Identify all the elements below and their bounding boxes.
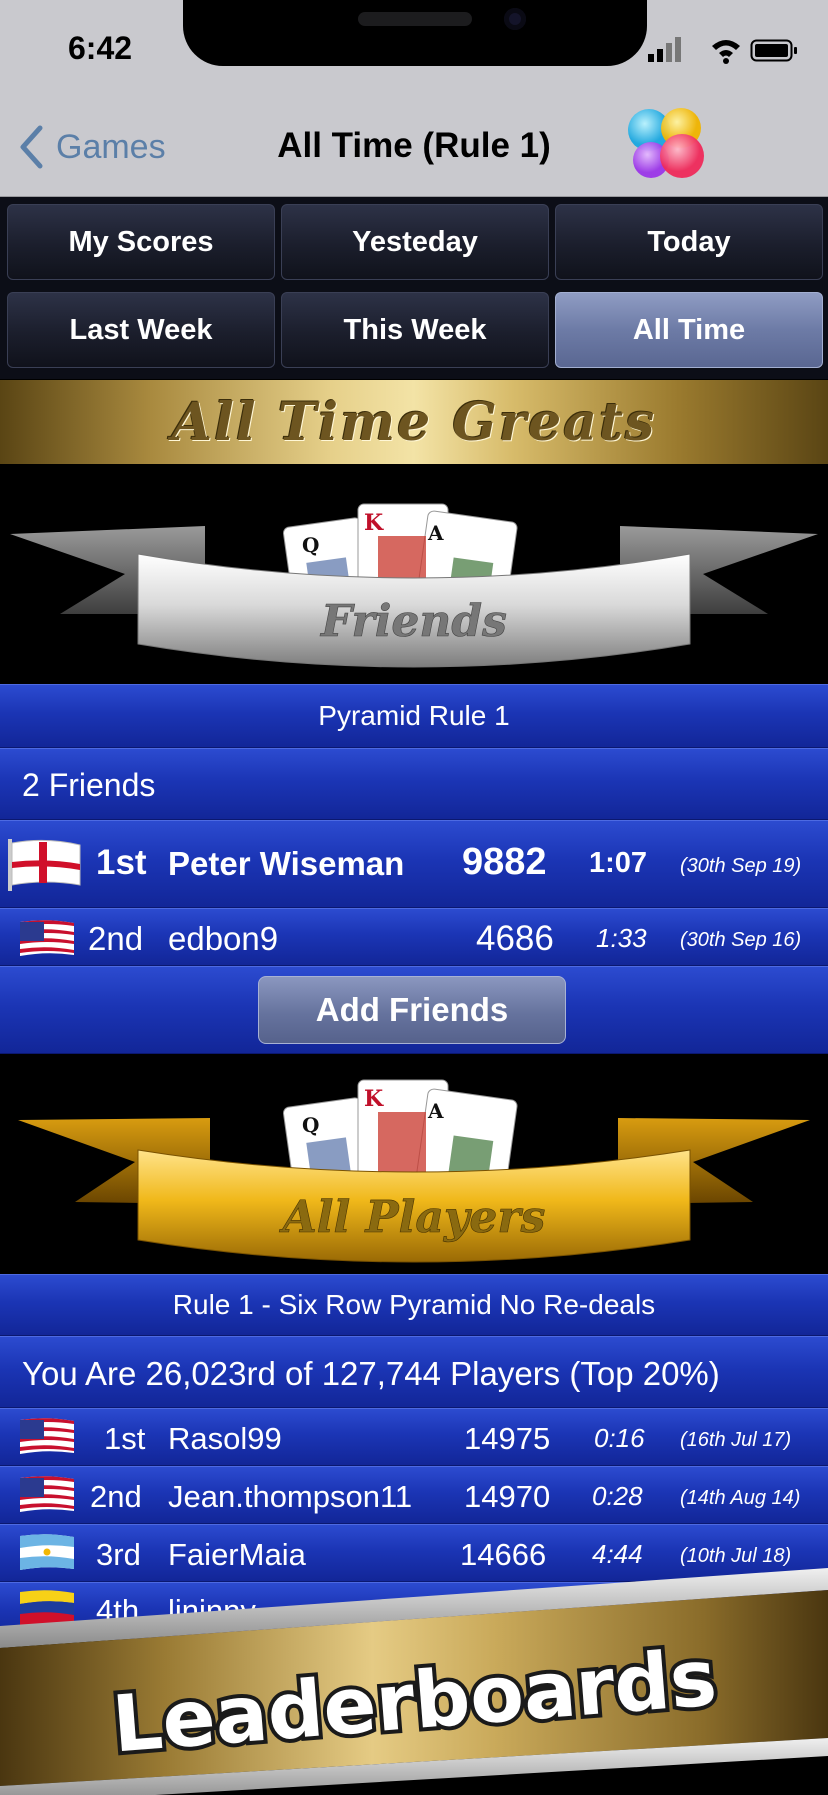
rank: 2nd [90, 1479, 142, 1514]
usa-flag-icon [20, 920, 74, 956]
status-bar: 6:42 [0, 0, 828, 100]
signal-icon [648, 37, 681, 62]
rank: 1st [96, 843, 147, 882]
svg-text:K: K [364, 510, 384, 536]
friends-count-row: 2 Friends [0, 748, 828, 820]
score: 14975 [464, 1421, 551, 1456]
game-center-icon[interactable] [626, 104, 708, 186]
svg-text:A: A [427, 1099, 444, 1123]
status-icons [648, 37, 797, 64]
tab-all-time[interactable]: All Time [555, 292, 823, 368]
table-row[interactable]: 2nd Jean.thompson11 14970 0:28 (14th Aug… [0, 1466, 828, 1524]
player-name: Rasol99 [168, 1421, 282, 1456]
players-subtitle: Rule 1 - Six Row Pyramid No Re-deals [0, 1274, 828, 1336]
usa-flag-icon [20, 1476, 74, 1512]
table-row[interactable]: 1st Peter Wiseman 9882 1:07 (30th Sep 19… [0, 820, 828, 908]
rank: 1st [104, 1421, 146, 1456]
device-notch [183, 0, 647, 66]
silver-ribbon-graphic: Q K A Friends [10, 503, 818, 668]
date: (30th Sep 16) [680, 929, 802, 951]
usa-flag-icon [20, 1418, 74, 1454]
tab-today[interactable]: Today [555, 204, 823, 280]
score: 9882 [462, 841, 547, 883]
tab-last-week[interactable]: Last Week [7, 292, 275, 368]
all-time-greats-banner: All Time Greats [0, 380, 828, 464]
player-name: edbon9 [168, 920, 279, 957]
friends-subtitle: Pyramid Rule 1 [0, 684, 828, 748]
speaker-grille [358, 12, 472, 26]
svg-text:Q: Q [302, 1113, 319, 1137]
gold-ribbon-graphic: Q K A All Players [18, 1079, 810, 1263]
friends-ribbon-label: Friends [319, 596, 507, 647]
leaderboards-promo-banner: Leaderboards [0, 1568, 828, 1795]
svg-text:Q: Q [302, 533, 319, 557]
tab-yesterday[interactable]: Yesteday [281, 204, 549, 280]
time: 1:33 [596, 923, 647, 953]
status-time: 6:42 [68, 30, 133, 66]
player-position: You Are 26,023rd of 127,744 Players (Top… [22, 1355, 720, 1392]
all-players-ribbon: Q K A All Players [0, 1054, 828, 1274]
table-row[interactable]: 2nd edbon9 4686 1:33 (30th Sep 16) [0, 908, 828, 966]
battery-icon [750, 39, 797, 62]
svg-text:K: K [364, 1086, 384, 1112]
friends-count: 2 Friends [22, 767, 156, 803]
banner-title: All Time Greats [171, 391, 657, 453]
player-position-row: You Are 26,023rd of 127,744 Players (Top… [0, 1336, 828, 1408]
player-name: Peter Wiseman [168, 845, 405, 882]
time: 0:16 [594, 1423, 645, 1453]
front-camera [504, 8, 526, 30]
table-row[interactable]: 1st Rasol99 14975 0:16 (16th Jul 17) [0, 1408, 828, 1466]
add-friends-button[interactable]: Add Friends [258, 976, 566, 1044]
wifi-icon [712, 40, 740, 64]
friends-ribbon: Q K A Friends [0, 464, 828, 684]
tab-my-scores[interactable]: My Scores [7, 204, 275, 280]
date: (14th Aug 14) [680, 1487, 801, 1509]
time: 1:07 [589, 847, 648, 879]
rank: 2nd [88, 920, 144, 957]
date: (30th Sep 19) [680, 855, 802, 877]
svg-text:A: A [427, 521, 444, 545]
time: 0:28 [592, 1481, 643, 1511]
date: (16th Jul 17) [680, 1429, 792, 1451]
tab-this-week[interactable]: This Week [281, 292, 549, 368]
player-name: Jean.thompson11 [168, 1479, 413, 1514]
score: 4686 [476, 919, 554, 958]
england-flag-icon [8, 839, 81, 891]
time-filter-tabs: My Scores Yesteday Today Last Week This … [0, 197, 828, 379]
score: 14970 [464, 1479, 551, 1514]
all-players-ribbon-label: All Players [279, 1192, 546, 1243]
